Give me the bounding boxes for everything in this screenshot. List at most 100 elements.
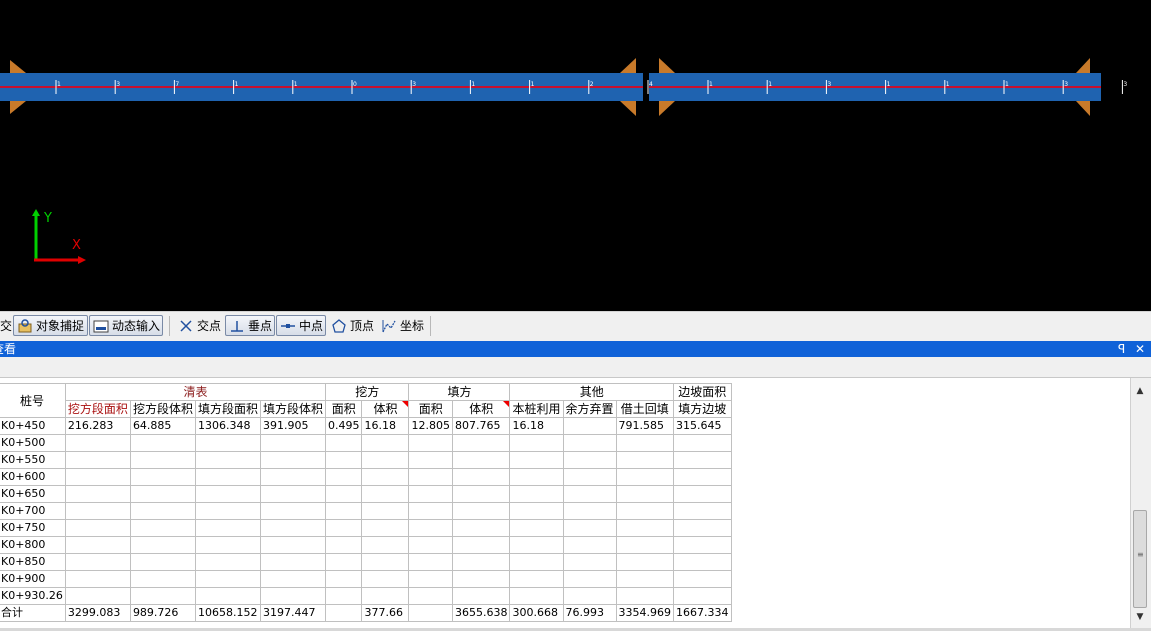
table-cell[interactable] (673, 553, 732, 571)
table-cell[interactable] (361, 536, 410, 554)
header-sub-11[interactable]: 填方边坡 (673, 400, 732, 418)
table-cell[interactable] (408, 434, 453, 452)
pin-icon[interactable]: ꟼ (1118, 341, 1125, 357)
station-cell[interactable]: K0+750 (0, 519, 66, 537)
table-cell[interactable] (673, 587, 732, 605)
table-cell[interactable]: 315.645 (673, 417, 732, 435)
table-cell[interactable] (615, 485, 675, 503)
table-cell[interactable] (129, 553, 196, 571)
table-cell[interactable] (451, 451, 511, 469)
table-cell[interactable] (451, 434, 511, 452)
table-cell[interactable] (451, 502, 511, 520)
table-cell[interactable] (324, 502, 363, 520)
table-cell[interactable] (408, 604, 453, 622)
table-cell[interactable] (451, 553, 511, 571)
table-cell[interactable]: 377.66 (361, 604, 410, 622)
object-snap-button[interactable]: 对象捕捉 (13, 315, 88, 336)
table-cell[interactable]: 1306.348 (194, 417, 261, 435)
table-cell[interactable]: 3655.638 (451, 604, 511, 622)
table-cell[interactable] (451, 485, 511, 503)
table-cell[interactable] (562, 519, 617, 537)
table-row[interactable]: K0+500 (0, 434, 732, 452)
table-cell[interactable] (615, 519, 675, 537)
table-cell[interactable] (408, 587, 453, 605)
table-cell[interactable] (194, 434, 261, 452)
table-cell[interactable] (129, 519, 196, 537)
table-cell[interactable] (615, 587, 675, 605)
table-cell[interactable] (509, 451, 564, 469)
table-cell[interactable] (673, 434, 732, 452)
station-cell[interactable]: K0+900 (0, 570, 66, 588)
table-cell[interactable] (64, 502, 131, 520)
table-cell[interactable] (615, 434, 675, 452)
table-cell[interactable] (361, 434, 410, 452)
table-cell[interactable] (324, 553, 363, 571)
table-cell[interactable] (324, 570, 363, 588)
table-cell[interactable] (451, 587, 511, 605)
table-cell[interactable]: 16.18 (509, 417, 564, 435)
table-cell[interactable] (259, 434, 326, 452)
table-cell[interactable] (408, 468, 453, 486)
midpoint-snap-button[interactable]: 中点 (276, 315, 326, 336)
station-cell[interactable]: K0+500 (0, 434, 66, 452)
road-plan-drawing[interactable]: 1371103112411311133 Y X (0, 0, 1151, 311)
table-row[interactable]: K0+450 216.283 64.885 1306.348 391.905 0.495 1… (0, 417, 732, 435)
table-cell[interactable] (324, 604, 363, 622)
table-cell[interactable] (129, 536, 196, 554)
table-cell[interactable]: 391.905 (259, 417, 326, 435)
table-cell[interactable] (408, 502, 453, 520)
table-cell[interactable] (562, 536, 617, 554)
intersection-snap-button[interactable]: 交点 (175, 315, 223, 336)
table-cell[interactable] (509, 434, 564, 452)
table-cell[interactable] (615, 468, 675, 486)
table-cell[interactable] (451, 536, 511, 554)
header-sub-9[interactable]: 余方弃置 (562, 400, 617, 418)
close-icon[interactable]: ✕ (1135, 341, 1145, 357)
table-cell[interactable] (673, 502, 732, 520)
table-cell[interactable] (509, 485, 564, 503)
table-cell[interactable] (259, 502, 326, 520)
table-cell[interactable] (673, 485, 732, 503)
table-cell[interactable] (324, 587, 363, 605)
table-cell[interactable] (324, 485, 363, 503)
table-cell[interactable]: 3299.083 (64, 604, 131, 622)
table-cell[interactable] (194, 536, 261, 554)
table-cell[interactable] (509, 519, 564, 537)
table-cell[interactable] (562, 451, 617, 469)
cut-button[interactable]: 交 (0, 315, 13, 336)
station-cell[interactable]: K0+850 (0, 553, 66, 571)
table-cell[interactable] (562, 417, 617, 435)
vertex-snap-button[interactable]: 顶点 (328, 315, 376, 336)
table-cell[interactable] (64, 536, 131, 554)
table-row[interactable]: K0+850 (0, 553, 732, 571)
header-sub-8[interactable]: 本桩利用 (509, 400, 564, 418)
table-cell[interactable]: 12.805 (408, 417, 453, 435)
table-cell[interactable] (562, 485, 617, 503)
table-cell[interactable] (361, 587, 410, 605)
table-cell[interactable] (361, 451, 410, 469)
header-sub-1[interactable]: 挖方段体积 (129, 400, 196, 418)
table-cell[interactable] (408, 451, 453, 469)
table-cell[interactable]: 300.668 (509, 604, 564, 622)
header-station[interactable]: 桩号 (0, 383, 66, 418)
table-cell[interactable] (64, 553, 131, 571)
table-cell[interactable] (64, 570, 131, 588)
table-cell[interactable] (615, 451, 675, 469)
table-cell[interactable] (451, 468, 511, 486)
table-cell[interactable] (673, 519, 732, 537)
header-sub-3[interactable]: 填方段体积 (259, 400, 326, 418)
table-cell[interactable] (361, 502, 410, 520)
table-cell[interactable] (673, 451, 732, 469)
table-cell[interactable] (562, 502, 617, 520)
table-cell[interactable] (615, 536, 675, 554)
table-cell[interactable] (562, 468, 617, 486)
table-cell[interactable] (408, 519, 453, 537)
table-cell[interactable] (562, 434, 617, 452)
table-cell[interactable] (324, 519, 363, 537)
table-cell[interactable] (194, 570, 261, 588)
table-cell[interactable] (194, 451, 261, 469)
table-cell[interactable] (194, 468, 261, 486)
table-cell[interactable]: 807.765 (451, 417, 511, 435)
header-sub-2[interactable]: 填方段面积 (194, 400, 261, 418)
table-cell[interactable] (194, 519, 261, 537)
